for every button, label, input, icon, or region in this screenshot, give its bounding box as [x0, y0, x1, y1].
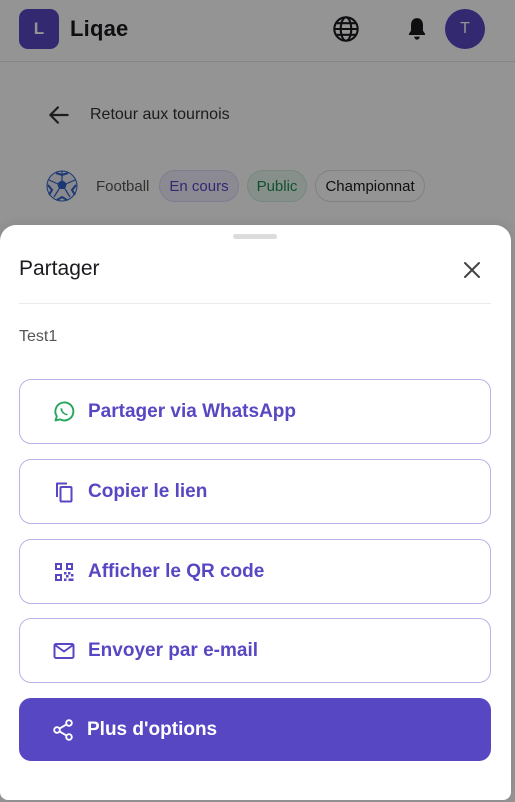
more-options-label: Plus d'options — [87, 718, 218, 740]
send-email-button[interactable]: Envoyer par e-mail — [19, 618, 491, 683]
shared-item-name: Test1 — [19, 328, 58, 345]
share-sheet: Partager Test1 Partager via WhatsApp Cop… — [0, 225, 511, 800]
send-email-label: Envoyer par e-mail — [88, 639, 259, 661]
drag-handle[interactable] — [233, 234, 277, 239]
copy-link-button[interactable]: Copier le lien — [19, 459, 491, 524]
divider — [19, 303, 491, 304]
more-options-button[interactable]: Plus d'options — [19, 698, 491, 761]
qr-code-icon — [55, 562, 74, 581]
close-icon[interactable] — [460, 258, 484, 282]
share-icon — [53, 718, 73, 741]
show-qr-button[interactable]: Afficher le QR code — [19, 539, 491, 604]
copy-link-label: Copier le lien — [88, 480, 208, 502]
mail-icon — [53, 642, 75, 659]
copy-icon — [56, 482, 73, 502]
sheet-title: Partager — [19, 257, 100, 280]
show-qr-label: Afficher le QR code — [88, 560, 265, 582]
share-whatsapp-label: Partager via WhatsApp — [88, 400, 296, 422]
share-whatsapp-button[interactable]: Partager via WhatsApp — [19, 379, 491, 444]
whatsapp-icon — [54, 401, 75, 421]
